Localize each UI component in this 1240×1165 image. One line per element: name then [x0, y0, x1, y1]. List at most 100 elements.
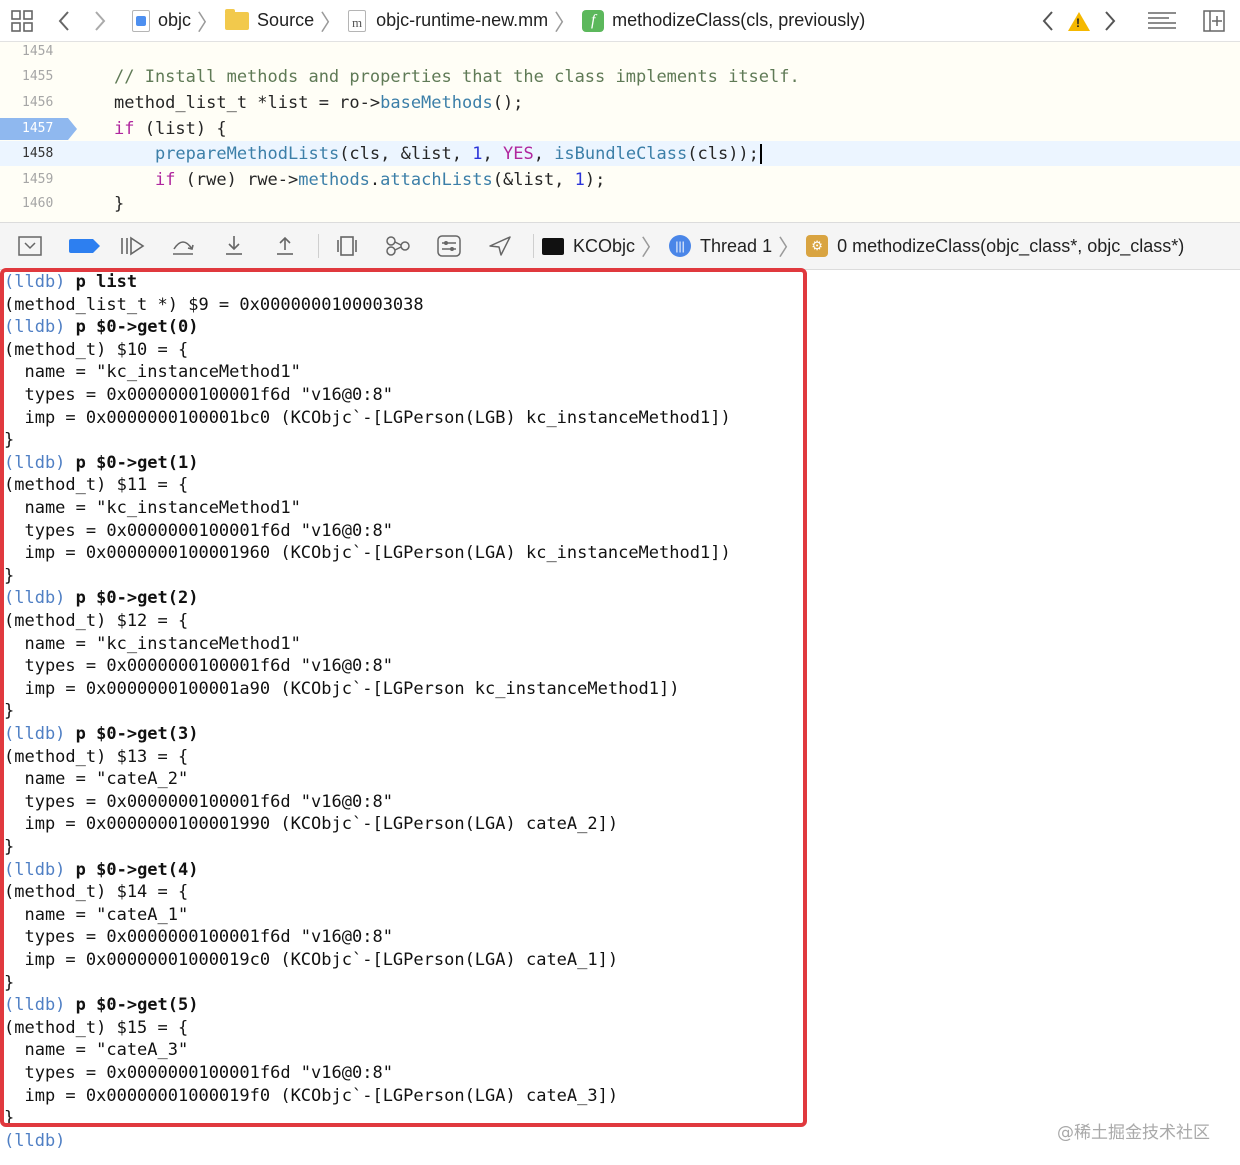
- crumb-file[interactable]: m objc-runtime-new.mm 〉: [348, 5, 582, 37]
- lldb-command: p $0->get(2): [65, 588, 199, 609]
- console-text: (method_t) $14 = {: [4, 882, 189, 903]
- console-text: types = 0x0000000100001f6d "v16@0:8": [4, 1063, 393, 1083]
- console-output-line: imp = 0x0000000100001960 (KCObjc`-[LGPer…: [4, 542, 731, 565]
- code-line: 1459 if (rwe) rwe->methods.attachLists(&…: [0, 167, 1240, 192]
- code-text: prepareMethodLists(cls, &list, 1, YES, i…: [70, 143, 762, 164]
- view-hierarchy-icon[interactable]: [327, 231, 367, 261]
- crumb-folder[interactable]: Source 〉: [225, 5, 348, 37]
- console-text: imp = 0x00000001000019f0 (KCObjc`-[LGPer…: [4, 1085, 619, 1106]
- jump-bar-right: !: [1034, 0, 1240, 42]
- console-output-line: }: [4, 836, 14, 859]
- code-line: 1455 // Install methods and properties t…: [0, 64, 1240, 89]
- console-output-line: }: [4, 565, 14, 588]
- lldb-prompt: (lldb): [4, 995, 66, 1016]
- line-number: 1458: [22, 146, 54, 161]
- source-editor[interactable]: 1454 1455 // Install methods and propert…: [0, 42, 1240, 222]
- console-command-line: (lldb) p $0->get(0): [4, 316, 198, 339]
- lldb-console[interactable]: (lldb) p list (method_list_t *) $9 = 0x00…: [0, 268, 1240, 1165]
- stack-frame-icon: ⚙: [806, 235, 829, 257]
- console-output-line: name = "cateA_1": [4, 904, 188, 927]
- console-output-line: }: [4, 1107, 14, 1130]
- thread-label[interactable]: Thread 1: [700, 236, 772, 257]
- code-text: method_list_t *list = ro->baseMethods();: [114, 92, 524, 113]
- console-text: types = 0x0000000100001f6d "v16@0:8": [4, 791, 393, 812]
- console-output-line: (method_t) $15 = {: [4, 1017, 188, 1040]
- console-output-line: name = "cateA_3": [4, 1039, 188, 1062]
- lldb-prompt: (lldb): [4, 272, 66, 292]
- crumb-label: objc-runtime-new.mm: [376, 10, 549, 30]
- environment-overrides-icon[interactable]: [429, 231, 469, 261]
- console-text: imp = 0x00000001000019c0 (KCObjc`-[LGPer…: [4, 950, 619, 970]
- console-text: imp = 0x0000000100001960 (KCObjc`-[LGPer…: [4, 543, 731, 564]
- console-output-line: name = "kc_instanceMethod1": [4, 497, 301, 520]
- console-output-line: types = 0x0000000100001f6d "v16@0:8": [4, 384, 392, 407]
- console-output-line: }: [4, 429, 14, 452]
- lldb-command: p $0->get(4): [65, 859, 199, 880]
- console-output-line: types = 0x0000000100001f6d "v16@0:8": [4, 520, 393, 543]
- line-number: 1455: [22, 69, 54, 84]
- chevron-right-icon: 〉: [554, 9, 577, 35]
- console-output-line: name = "cateA_2": [4, 768, 188, 791]
- console-output-line: types = 0x0000000100001f6d "v16@0:8": [4, 926, 392, 949]
- frame-label[interactable]: 0 methodizeClass(objc_class*, objc_class…: [837, 236, 1184, 257]
- code-line: 1457 if (list) {: [0, 116, 1240, 141]
- console-text: }: [4, 430, 15, 451]
- back-icon[interactable]: [50, 7, 78, 35]
- folder-icon: [225, 8, 250, 30]
- project-icon: [132, 9, 150, 32]
- prev-issue-icon[interactable]: [1034, 7, 1062, 35]
- console-text: imp = 0x0000000100001bc0 (KCObjc`-[LGPer…: [4, 407, 731, 428]
- step-into-icon[interactable]: [214, 231, 254, 261]
- console-command-line: (lldb) p $0->get(1): [4, 452, 198, 475]
- crumb-label: methodizeClass(cls, previously): [612, 10, 866, 30]
- console-command-line: (lldb) p $0->get(5): [4, 994, 198, 1017]
- line-number[interactable]: 1457: [0, 116, 77, 141]
- text-cursor: [759, 143, 762, 164]
- chevron-right-icon: 〉: [778, 235, 801, 260]
- lldb-prompt: (lldb): [4, 452, 66, 473]
- console-text: name = "kc_instanceMethod1": [4, 633, 301, 654]
- step-over-icon[interactable]: [163, 231, 203, 261]
- code-text: if (list) {: [114, 118, 227, 139]
- lldb-prompt: (lldb): [4, 317, 66, 338]
- crumb-project[interactable]: objc 〉: [132, 5, 225, 37]
- console-text: name = "cateA_1": [4, 904, 189, 925]
- console-text: }: [4, 701, 15, 722]
- console-text: types = 0x0000000100001f6d "v16@0:8": [4, 656, 393, 677]
- crumb-label: Source: [257, 10, 315, 30]
- console-text: }: [4, 565, 15, 586]
- crumb-function[interactable]: f methodizeClass(cls, previously): [582, 9, 866, 32]
- console-output-line: (method_t) $13 = {: [4, 746, 188, 769]
- console-text: name = "cateA_3": [4, 1040, 189, 1061]
- console-text: imp = 0x0000000100001990 (KCObjc`-[LGPer…: [4, 814, 619, 835]
- related-items-icon[interactable]: [8, 7, 36, 35]
- simulate-location-icon[interactable]: [480, 231, 520, 261]
- add-editor-icon[interactable]: [1200, 7, 1228, 35]
- console-output-line: imp = 0x0000000100001bc0 (KCObjc`-[LGPer…: [4, 407, 731, 430]
- console-text: name = "kc_instanceMethod1": [4, 498, 301, 518]
- memory-graph-icon[interactable]: [378, 231, 418, 261]
- watermark: @稀土掘金技术社区: [1057, 1123, 1210, 1143]
- debug-bar: KCObjc 〉 ||| Thread 1 〉 ⚙ 0 methodizeCla…: [0, 222, 1240, 270]
- hide-debug-area-icon[interactable]: [10, 231, 50, 261]
- editor-options-icon[interactable]: [1142, 7, 1182, 35]
- console-output-line: imp = 0x0000000100001a90 (KCObjc`-[LGPer…: [4, 678, 679, 701]
- console-output-line: types = 0x0000000100001f6d "v16@0:8": [4, 1062, 393, 1085]
- console-text: (method_t) $12 = {: [4, 611, 189, 631]
- console-text: name = "kc_instanceMethod1": [4, 362, 301, 383]
- function-icon: f: [582, 9, 605, 32]
- forward-icon[interactable]: [86, 7, 114, 35]
- code-text: }: [114, 193, 125, 214]
- continue-icon[interactable]: [112, 231, 152, 261]
- console-output-line: (method_t) $11 = {: [4, 474, 188, 497]
- next-issue-icon[interactable]: [1096, 7, 1124, 35]
- step-out-icon[interactable]: [265, 231, 305, 261]
- lldb-command: p $0->get(5): [65, 995, 199, 1016]
- warning-icon[interactable]: !: [1068, 11, 1090, 31]
- process-label[interactable]: KCObjc: [573, 236, 635, 257]
- code-line-current: 1458 prepareMethodLists(cls, &list, 1, Y…: [0, 141, 1240, 166]
- breakpoints-toggle-icon[interactable]: [61, 231, 101, 261]
- console-output-line: imp = 0x00000001000019c0 (KCObjc`-[LGPer…: [4, 949, 618, 972]
- console-text: types = 0x0000000100001f6d "v16@0:8": [4, 520, 393, 541]
- console-text: (method_t) $15 = {: [4, 1017, 189, 1038]
